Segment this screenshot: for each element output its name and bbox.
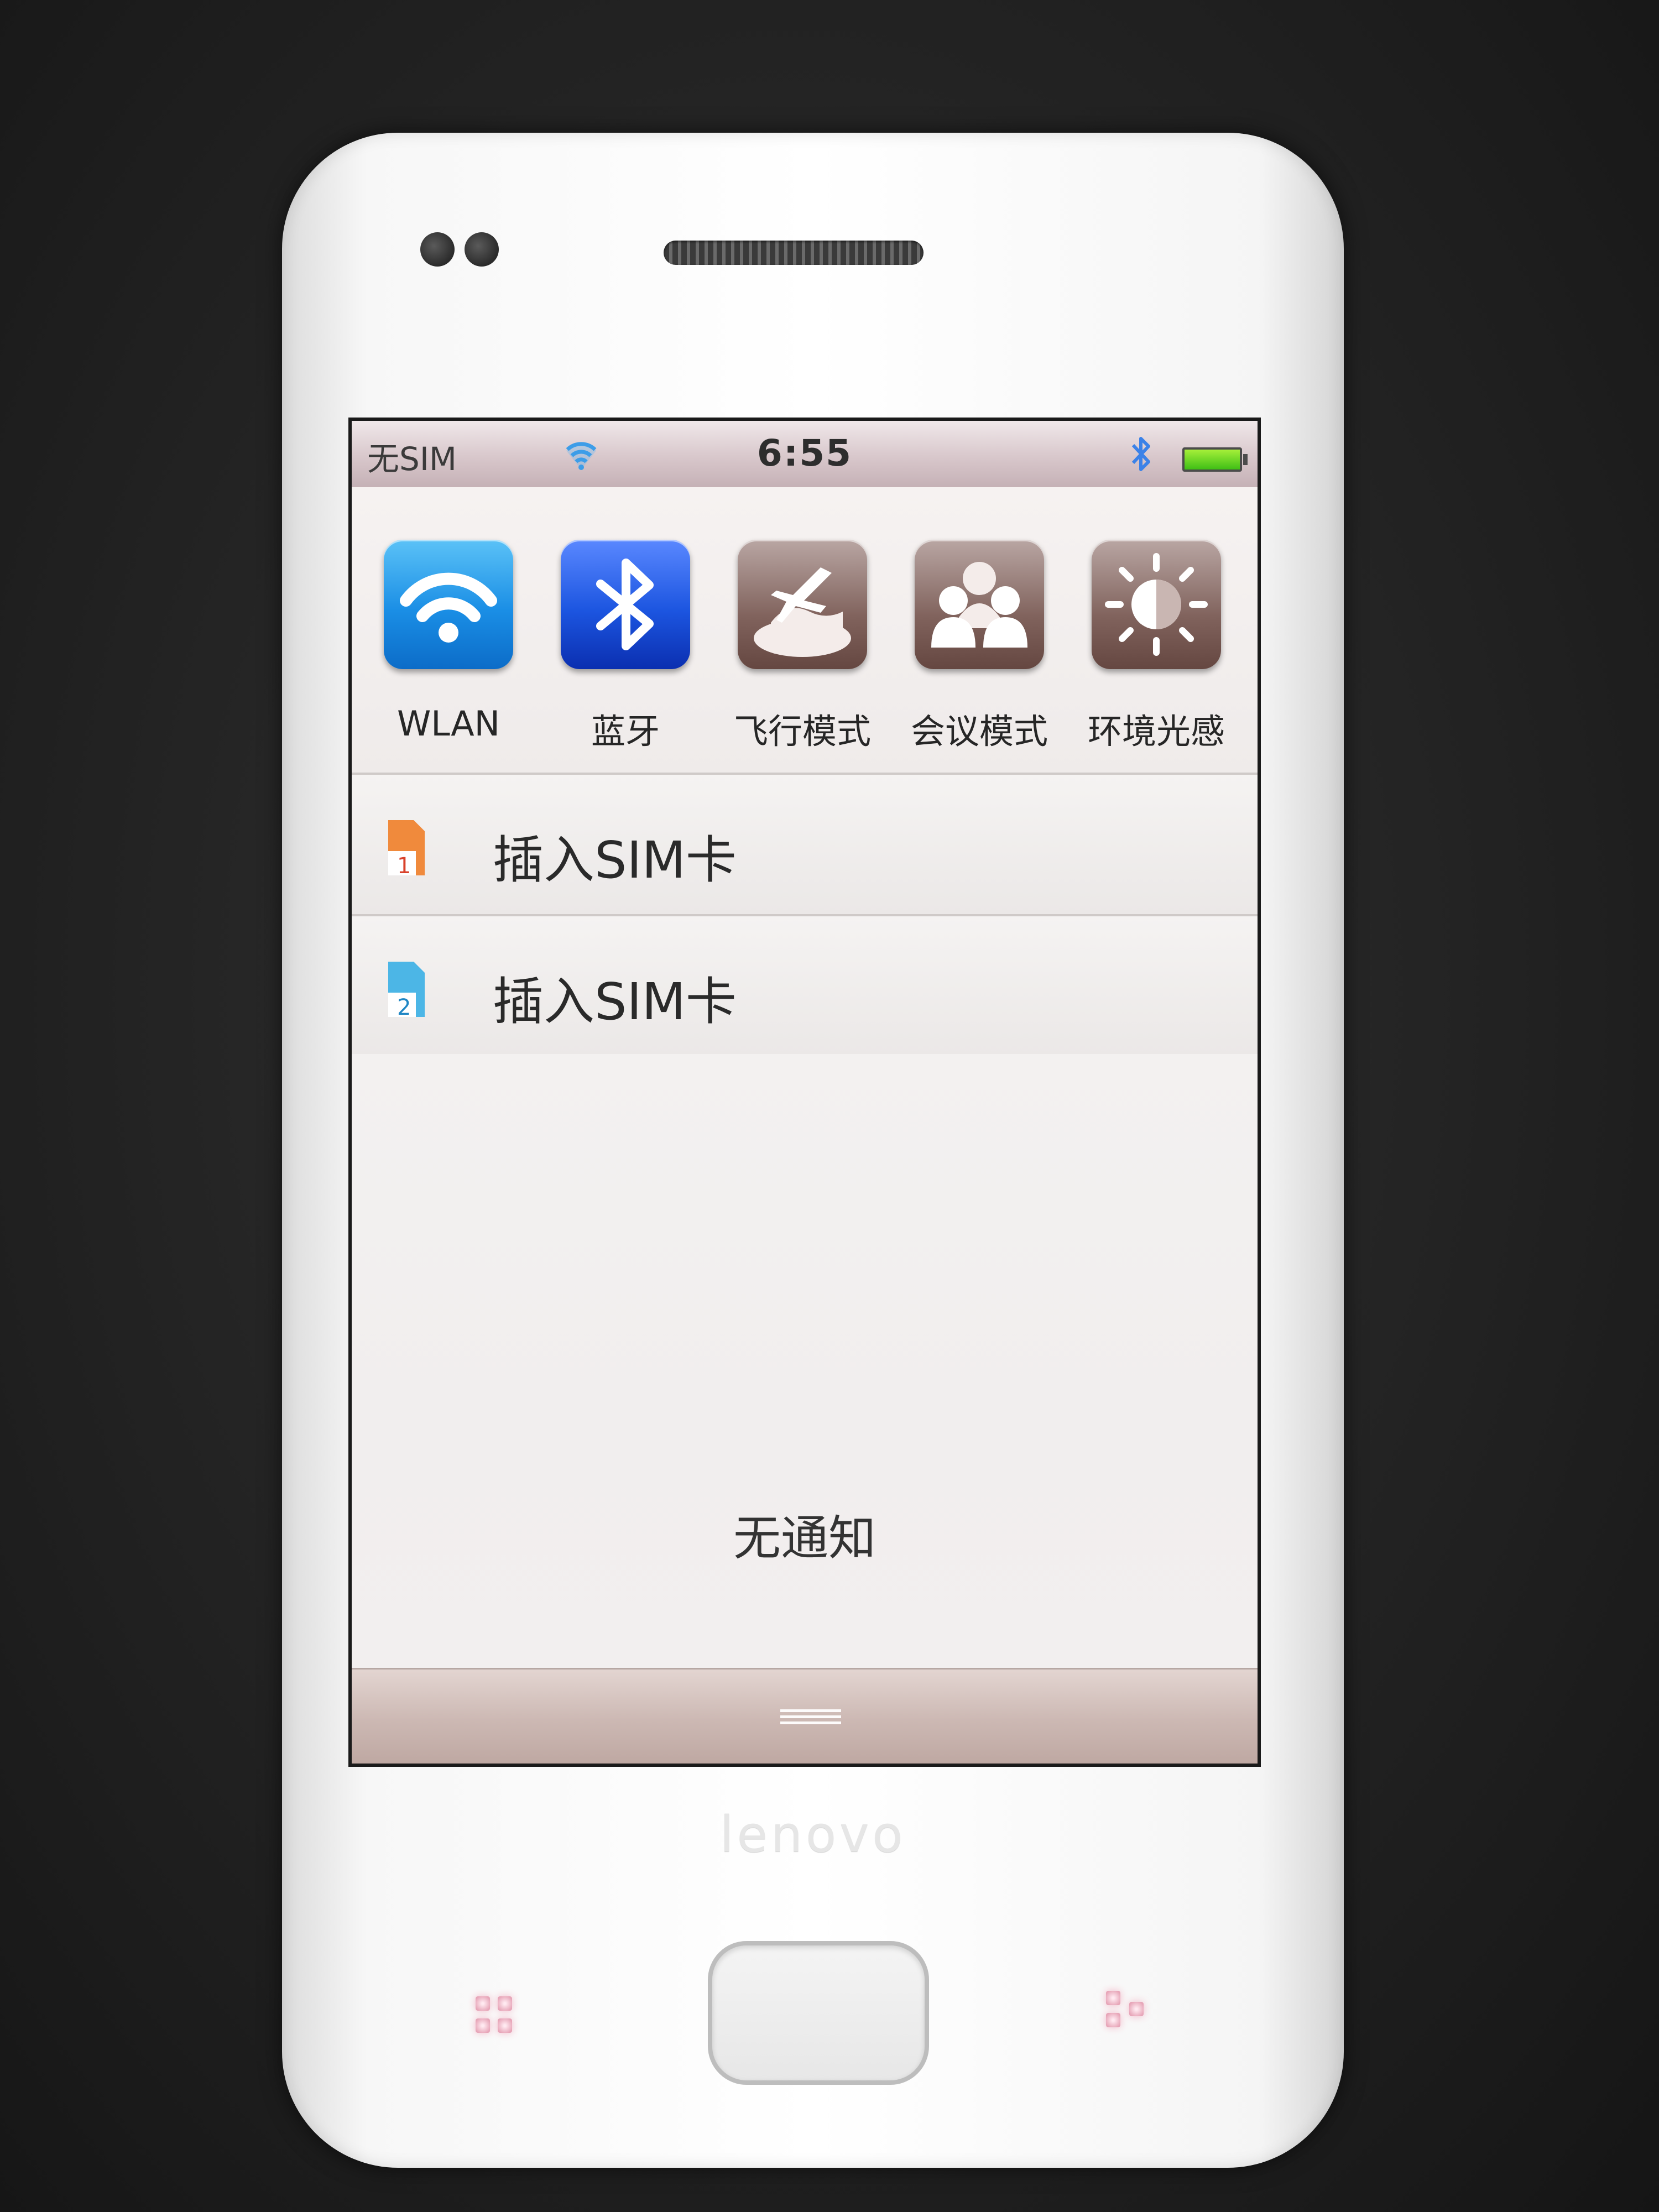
toggle-label: 环境光感 [1087,711,1225,752]
proximity-sensor [420,232,455,267]
brightness-icon [1092,540,1221,669]
sim-slot-2-row[interactable]: 2 插入SIM卡 [352,916,1258,1056]
sim1-icon: 1 [388,820,425,879]
no-notifications-text: 无通知 [733,1511,876,1566]
clock: 6:55 [757,432,853,474]
bluetooth-icon [1131,437,1150,471]
sim-slot-label: 插入SIM卡 [493,972,737,1031]
airplane-icon [738,540,867,669]
notification-list: 无通知 [352,1054,1258,1668]
photo-background: 无SIM 6:55 WLAN 蓝牙 飞行模式 会议模式 环境光感 1 插入SIM… [0,0,1659,2212]
menu-key-icon[interactable] [470,1991,520,2041]
toggle-meeting-mode[interactable]: 会议模式 [899,540,1060,753]
meeting-icon [915,540,1044,669]
brand-logo: lenovo [719,1806,906,1864]
svg-text:1: 1 [397,853,411,879]
sim2-icon: 2 [388,962,425,1020]
quick-toggle-panel: WLAN 蓝牙 飞行模式 会议模式 环境光感 [352,487,1258,775]
toggle-label: WLAN [397,703,500,744]
phone-body: 无SIM 6:55 WLAN 蓝牙 飞行模式 会议模式 环境光感 1 插入SIM… [282,133,1344,2168]
sim-slot-label: 插入SIM卡 [493,831,737,890]
grip-icon [780,1709,841,1726]
sim-slot-1-row[interactable]: 1 插入SIM卡 [352,775,1258,914]
wifi-icon [384,540,513,669]
phone-screen: 无SIM 6:55 WLAN 蓝牙 飞行模式 会议模式 环境光感 1 插入SIM… [348,418,1261,1767]
front-camera [465,232,499,267]
toggle-label: 会议模式 [910,711,1048,752]
toggle-label: 飞行模式 [733,711,871,752]
toggle-airplane-mode[interactable]: 飞行模式 [722,540,883,753]
toggle-label: 蓝牙 [591,711,660,752]
shade-drag-handle[interactable] [352,1668,1258,1764]
svg-text:2: 2 [397,995,411,1020]
toggle-ambient-light[interactable]: 环境光感 [1076,540,1237,753]
bluetooth-icon [561,540,690,669]
back-key-icon[interactable] [1100,1985,1150,2035]
toggle-wlan[interactable]: WLAN [368,540,529,744]
earpiece-speaker [664,241,924,265]
home-button[interactable] [708,1941,929,2085]
battery-icon [1182,447,1248,472]
toggle-bluetooth[interactable]: 蓝牙 [545,540,706,753]
status-bar[interactable]: 无SIM 6:55 [352,421,1258,487]
